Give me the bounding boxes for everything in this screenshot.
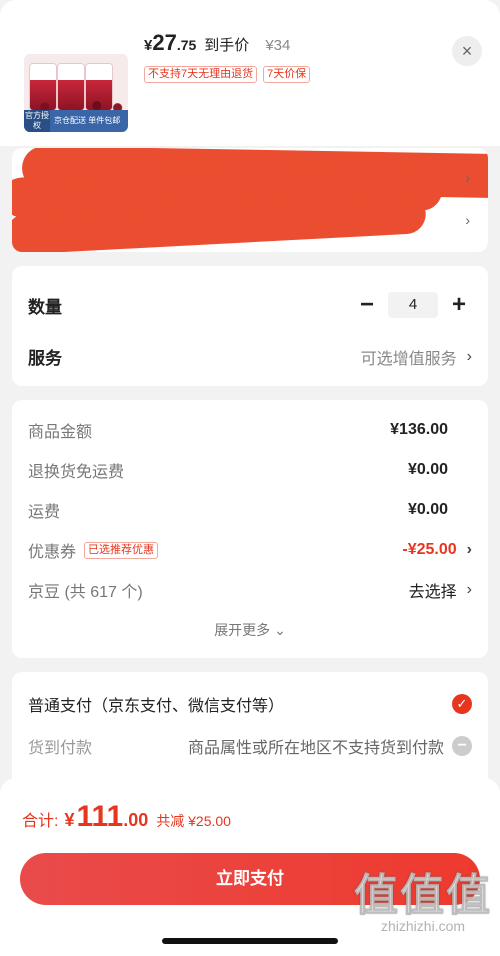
watermark-logo: 值值值 [354, 871, 492, 921]
no-return-tag: 不支持7天无理由退货 [144, 66, 258, 83]
address-card-redacted[interactable]: › › [12, 148, 488, 252]
summary-label: 运费 [28, 504, 61, 521]
jd-beans-row[interactable]: 京豆 (共 617 个) 去选择 › [28, 578, 472, 602]
total-decimal: .00 [123, 810, 149, 830]
quantity-service-card: 数量 − 4 + 服务 可选增值服务 › [12, 266, 488, 386]
chevron-right-icon: › [465, 170, 470, 186]
total-label: 合计: [22, 813, 59, 830]
payment-method-card: 普通支付（京东支付、微信支付等） ✓ 货到付款 商品属性或所在地区不支持货到付款… [12, 672, 488, 792]
checkout-sheet: 官方授权 京仓配送 单件包邮 ¥ 27 .75 到手价 ¥34 不支持7天无理由… [0, 0, 500, 956]
expand-more-button[interactable]: 展开更多 ⌄ [12, 620, 488, 640]
shipping-strip: 京仓配送 单件包邮 [54, 116, 121, 125]
disabled-icon: − [452, 736, 472, 756]
quantity-label: 数量 [28, 297, 62, 317]
normal-payment-label: 普通支付（京东支付、微信支付等） [28, 698, 285, 715]
total-row: 合计: ¥ 111 .00 共减 ¥25.00 [22, 800, 231, 834]
total-currency: ¥ [64, 810, 75, 830]
check-icon: ✓ [452, 694, 472, 714]
service-row[interactable]: 服务 可选增值服务 › [28, 344, 472, 369]
quantity-input[interactable]: 4 [388, 292, 438, 318]
jd-beans-label: 京豆 (共 617 个) [28, 584, 143, 601]
chevron-right-icon: › [465, 212, 470, 228]
service-value: 可选增值服务 [360, 350, 457, 368]
order-summary-card: 商品金额 ¥136.00 退换货免运费 ¥0.00 运费 ¥0.00 优惠券 已… [12, 400, 488, 658]
service-label: 服务 [28, 349, 62, 368]
cod-payment-option: 货到付款 商品属性或所在地区不支持货到付款 − [28, 734, 472, 758]
price-protect-tag: 7天价保 [263, 66, 311, 83]
price-currency: ¥ [144, 37, 153, 54]
summary-value: ¥136.00 [390, 421, 448, 438]
price-integer: 27 [152, 30, 177, 55]
price-decimal: .75 [176, 37, 197, 53]
total-integer: 111 [76, 800, 124, 833]
coupon-value: -¥25.00 [402, 541, 457, 558]
total-saved: 共减 ¥25.00 [156, 813, 231, 829]
summary-row: 运费 ¥0.00 [28, 498, 472, 522]
product-tags: 不支持7天无理由退货 7天价保 [144, 66, 311, 83]
price-row: ¥ 27 .75 到手价 ¥34 [144, 30, 290, 56]
site-watermark: 值值值 zhizhizhi.com [348, 870, 498, 935]
summary-value: ¥0.00 [407, 501, 448, 518]
original-price: ¥34 [265, 37, 291, 54]
chevron-right-icon: › [466, 581, 472, 598]
jd-beans-value: 去选择 [408, 584, 457, 601]
minus-button[interactable]: − [354, 293, 380, 317]
product-thumbnail: 官方授权 京仓配送 单件包邮 [24, 54, 128, 132]
chevron-right-icon: › [466, 541, 472, 558]
official-badge: 官方授权 [24, 110, 50, 132]
coupon-row[interactable]: 优惠券 已选推荐优惠 -¥25.00 › [28, 538, 472, 562]
coupon-tag: 已选推荐优惠 [84, 541, 159, 559]
price-label: 到手价 [204, 37, 250, 54]
chevron-right-icon: › [466, 347, 472, 365]
normal-payment-option[interactable]: 普通支付（京东支付、微信支付等） ✓ [28, 692, 472, 716]
quantity-stepper: − 4 + [354, 292, 472, 318]
product-header: 官方授权 京仓配送 单件包邮 ¥ 27 .75 到手价 ¥34 不支持7天无理由… [0, 0, 500, 146]
summary-row: 商品金额 ¥136.00 [28, 418, 472, 442]
cod-note: 商品属性或所在地区不支持货到付款 [187, 740, 444, 757]
coupon-label: 优惠券 [28, 544, 77, 561]
plus-button[interactable]: + [446, 293, 472, 317]
summary-row: 退换货免运费 ¥0.00 [28, 458, 472, 482]
summary-label: 商品金额 [28, 424, 93, 441]
summary-value: ¥0.00 [407, 461, 448, 478]
home-indicator[interactable] [162, 938, 338, 944]
cod-label: 货到付款 [28, 740, 93, 757]
close-icon[interactable]: × [452, 36, 482, 66]
summary-label: 退换货免运费 [28, 464, 125, 481]
